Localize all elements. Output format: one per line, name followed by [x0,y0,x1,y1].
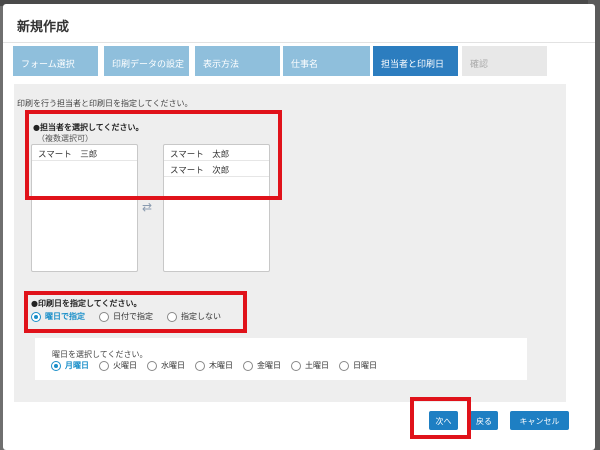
highlight-next-button [410,397,471,439]
cancel-button[interactable]: キャンセル [510,411,569,430]
highlight-print-date [24,291,247,333]
dialog-title: 新規作成 [17,20,70,35]
radio-checked-icon [51,360,61,371]
radio-monday[interactable]: 月曜日 [51,360,89,371]
weekday-prompt: 曜日を選択してください。 [52,350,148,359]
intro-text: 印刷を行う担当者と印刷日を指定してください。 [17,99,193,108]
step-print-data[interactable]: 印刷データの設定 [104,46,189,76]
swap-arrows-icon[interactable]: ⇄ [142,200,152,214]
radio-tuesday[interactable]: 火曜日 [99,360,137,371]
radio-unchecked-icon [339,360,349,371]
radio-wednesday[interactable]: 水曜日 [147,360,185,371]
back-button[interactable]: 戻る [470,411,498,430]
radio-unchecked-icon [99,360,109,371]
radio-thursday[interactable]: 木曜日 [195,360,233,371]
title-divider [3,42,595,43]
radio-saturday[interactable]: 土曜日 [291,360,329,371]
highlight-assignee [25,110,282,200]
weekday-options: 月曜日 火曜日 水曜日 木曜日 金曜日 土曜日 日曜日 [51,360,377,371]
radio-sunday[interactable]: 日曜日 [339,360,377,371]
radio-unchecked-icon [243,360,253,371]
step-assignee-date[interactable]: 担当者と印刷日 [373,46,458,76]
step-job-name[interactable]: 仕事名 [283,46,370,76]
radio-unchecked-icon [195,360,205,371]
step-form-select[interactable]: フォーム選択 [13,46,98,76]
radio-unchecked-icon [147,360,157,371]
radio-friday[interactable]: 金曜日 [243,360,281,371]
step-confirm: 確認 [462,46,547,76]
radio-unchecked-icon [291,360,301,371]
step-display-method[interactable]: 表示方法 [195,46,280,76]
